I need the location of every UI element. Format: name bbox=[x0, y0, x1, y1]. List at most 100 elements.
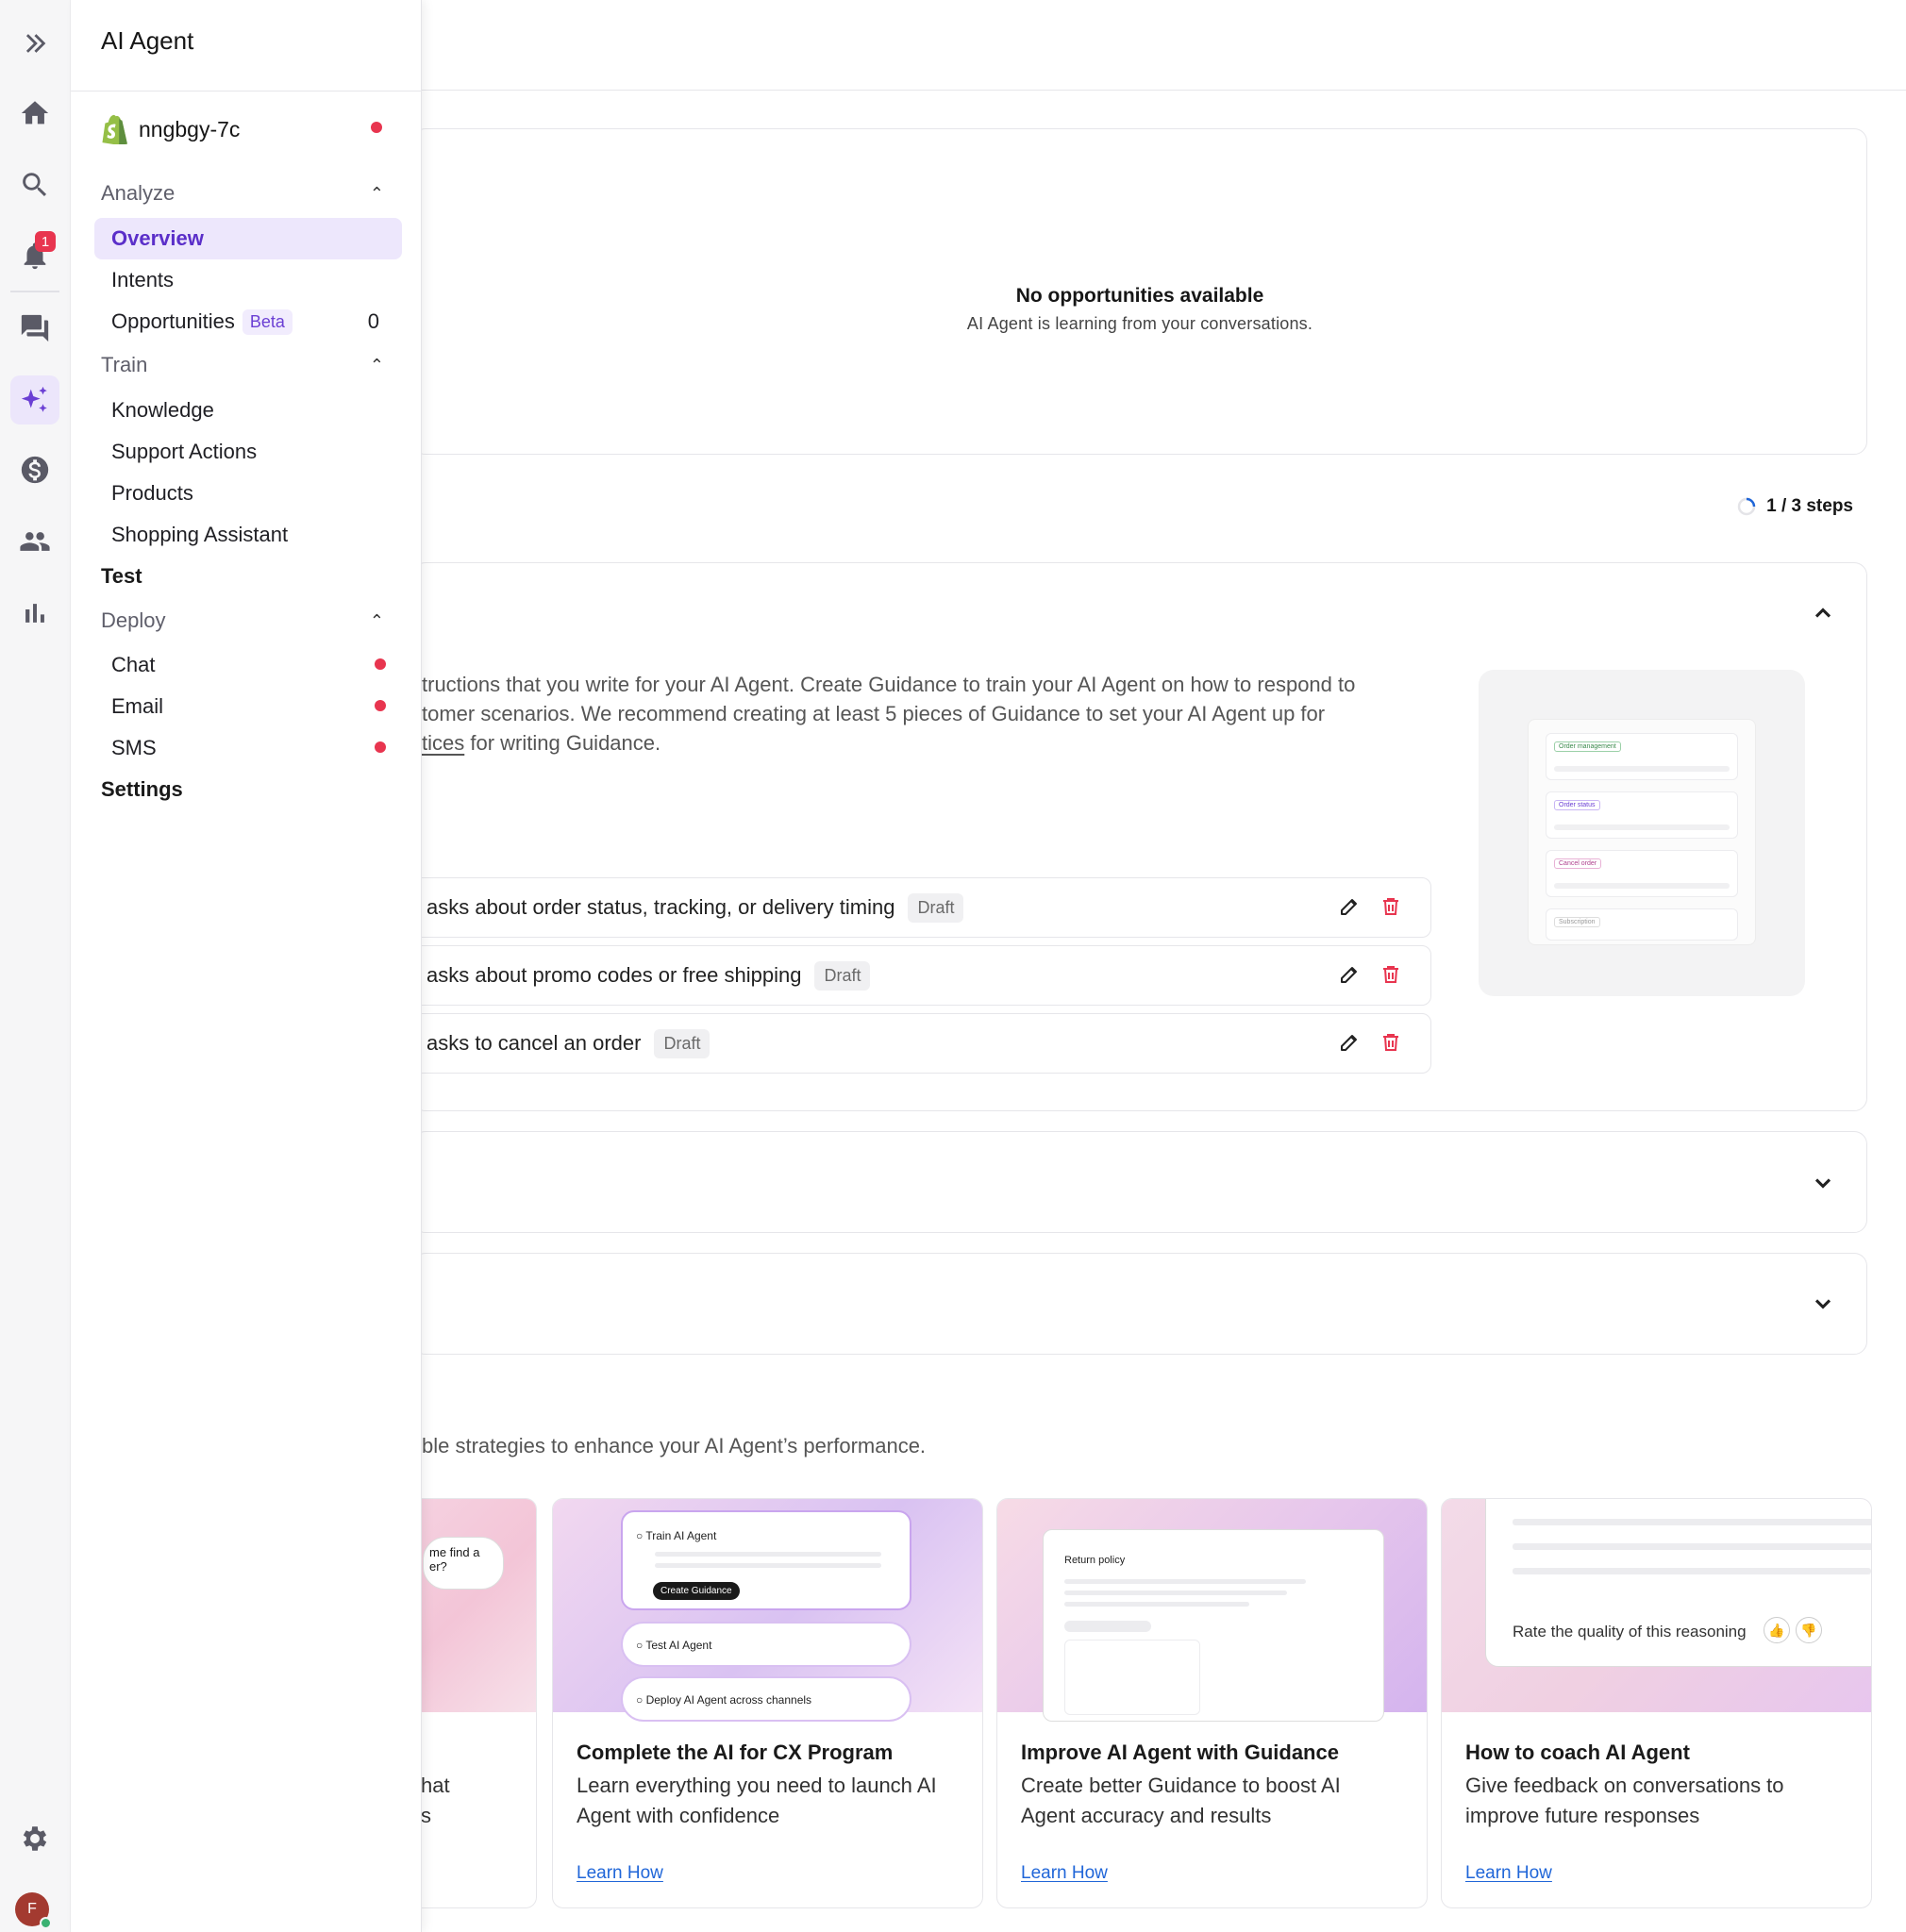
resource-card[interactable]: ○ Train AI Agent Create Guidance ○ Test … bbox=[552, 1498, 983, 1908]
thumbs-up-icon[interactable]: 👍 bbox=[1764, 1617, 1790, 1643]
progress-ring-icon bbox=[1737, 497, 1756, 516]
settings-gear-icon[interactable] bbox=[10, 1814, 59, 1863]
shopify-icon bbox=[102, 114, 127, 144]
chevron-up-icon: ⌃ bbox=[369, 183, 384, 203]
page-header bbox=[412, 8, 1906, 91]
notification-badge: 1 bbox=[35, 231, 56, 252]
step-label: Test AI Agent bbox=[645, 1639, 712, 1652]
learn-how-link[interactable]: Learn How bbox=[1465, 1863, 1552, 1884]
illustration-tag: Subscription bbox=[1554, 917, 1600, 927]
resource-desc: Learn everything you need to launch AI A… bbox=[577, 1774, 937, 1827]
section-analyze-label: Analyze bbox=[101, 181, 176, 205]
create-guidance-chip: Create Guidance bbox=[653, 1582, 740, 1600]
opportunities-count: 0 bbox=[367, 309, 379, 333]
section-train[interactable]: Train ⌃ bbox=[101, 353, 384, 377]
learn-how-link[interactable]: Learn How bbox=[1021, 1863, 1108, 1884]
resource-title: Improve AI Agent with Guidance bbox=[1021, 1740, 1339, 1764]
main-content: No opportunities available AI Agent is l… bbox=[309, 0, 1906, 1932]
online-status-dot bbox=[40, 1917, 52, 1929]
icon-rail: 1 F bbox=[0, 0, 71, 1932]
beta-badge: Beta bbox=[242, 308, 293, 335]
resources-intro: ble strategies to enhance your AI Agent’… bbox=[422, 1434, 927, 1457]
resource-title: Complete the AI for CX Program bbox=[577, 1740, 894, 1764]
resource-card[interactable]: Return policy Improve AI Agent with Guid… bbox=[996, 1498, 1428, 1908]
empty-state-title: No opportunities available bbox=[1015, 285, 1264, 307]
chat-bubble: me find a er? bbox=[423, 1537, 504, 1590]
delete-trash-icon[interactable] bbox=[1379, 1031, 1402, 1054]
resource-desc: hat s bbox=[421, 1774, 450, 1827]
circle-icon: ○ bbox=[636, 1529, 644, 1542]
store-alert-dot bbox=[371, 122, 382, 133]
chevron-up-icon: ⌃ bbox=[369, 355, 384, 375]
chat-icon[interactable] bbox=[10, 304, 59, 353]
delete-trash-icon[interactable] bbox=[1379, 895, 1402, 918]
illustration-tag: Order status bbox=[1554, 800, 1600, 810]
section-analyze[interactable]: Analyze ⌃ bbox=[101, 181, 384, 206]
illustration-tag: Cancel order bbox=[1554, 858, 1602, 869]
nav-item-label: Email bbox=[111, 694, 164, 718]
description-line: tructions that you write for your AI Age… bbox=[422, 673, 1356, 696]
description-tail: for writing Guidance. bbox=[464, 731, 661, 755]
thumbs-down-icon[interactable]: 👎 bbox=[1796, 1617, 1822, 1643]
dollar-icon[interactable] bbox=[10, 445, 59, 494]
expand-chevron-down-icon[interactable] bbox=[1810, 1170, 1836, 1196]
nav-item-knowledge[interactable]: Knowledge bbox=[94, 390, 402, 431]
nav-item-settings[interactable]: Settings bbox=[101, 777, 183, 802]
guidance-row[interactable]: asks about promo codes or free shipping … bbox=[412, 945, 1431, 1006]
store-selector[interactable]: nngbgy-7c bbox=[101, 113, 393, 145]
guidance-row[interactable]: asks about order status, tracking, or de… bbox=[412, 877, 1431, 938]
avatar[interactable]: F bbox=[15, 1892, 52, 1929]
ai-sparkle-icon[interactable] bbox=[10, 375, 59, 425]
edit-pencil-icon[interactable] bbox=[1338, 895, 1361, 918]
circle-icon: ○ bbox=[636, 1693, 644, 1707]
section-deploy[interactable]: Deploy ⌃ bbox=[101, 608, 384, 633]
expand-icon[interactable] bbox=[10, 19, 59, 68]
stats-icon[interactable] bbox=[10, 589, 59, 638]
nav-item-email[interactable]: Email bbox=[94, 686, 402, 727]
nav-item-intents[interactable]: Intents bbox=[94, 259, 402, 301]
collapse-chevron-up-icon[interactable] bbox=[1810, 600, 1836, 626]
setup-steps-progress: 1 / 3 steps bbox=[1736, 496, 1853, 517]
illustration-tag: Order management bbox=[1554, 741, 1621, 752]
nav-item-label: Chat bbox=[111, 653, 156, 676]
nav-title: AI Agent bbox=[101, 26, 194, 55]
nav-item-label: Products bbox=[111, 481, 193, 505]
nav-item-label: Support Actions bbox=[111, 440, 258, 463]
rate-reasoning-label: Rate the quality of this reasoning bbox=[1513, 1623, 1747, 1641]
section-train-label: Train bbox=[101, 353, 148, 376]
search-icon[interactable] bbox=[10, 160, 59, 209]
edit-pencil-icon[interactable] bbox=[1338, 1031, 1361, 1054]
guidance-title: asks about promo codes or free shipping bbox=[426, 963, 802, 987]
best-practices-link[interactable]: tices bbox=[422, 731, 464, 755]
collapsed-step-card[interactable] bbox=[412, 1253, 1867, 1355]
step-label: Train AI Agent bbox=[645, 1529, 717, 1542]
bell-icon[interactable]: 1 bbox=[10, 231, 59, 280]
edit-pencil-icon[interactable] bbox=[1338, 963, 1361, 986]
nav-item-chat[interactable]: Chat bbox=[94, 644, 402, 686]
nav-item-support-actions[interactable]: Support Actions bbox=[94, 431, 402, 473]
expand-chevron-down-icon[interactable] bbox=[1810, 1291, 1836, 1317]
nav-item-label: SMS bbox=[111, 736, 157, 759]
nav-item-overview[interactable]: Overview bbox=[94, 218, 402, 259]
store-name: nngbgy-7c bbox=[139, 116, 241, 142]
nav-item-label: Intents bbox=[111, 268, 175, 291]
guidance-row[interactable]: asks to cancel an order Draft bbox=[412, 1013, 1431, 1074]
nav-item-test[interactable]: Test bbox=[101, 564, 142, 589]
delete-trash-icon[interactable] bbox=[1379, 963, 1402, 986]
draft-badge: Draft bbox=[654, 1028, 711, 1058]
home-icon[interactable] bbox=[10, 89, 59, 138]
nav-item-sms[interactable]: SMS bbox=[94, 727, 402, 769]
panel-title: Return policy bbox=[1064, 1555, 1126, 1566]
nav-item-opportunities[interactable]: Opportunities Beta 0 bbox=[94, 301, 402, 342]
nav-item-products[interactable]: Products bbox=[94, 473, 402, 514]
circle-icon: ○ bbox=[636, 1639, 644, 1652]
collapsed-step-card[interactable] bbox=[412, 1131, 1867, 1233]
ai-agent-nav-panel: AI Agent nngbgy-7c Analyze ⌃ Overview In… bbox=[71, 0, 422, 1932]
email-alert-dot bbox=[375, 700, 386, 711]
nav-item-shopping-assistant[interactable]: Shopping Assistant bbox=[94, 514, 402, 556]
resource-card[interactable]: Rate the quality of this reasoning 👍 👎 H… bbox=[1441, 1498, 1872, 1908]
users-icon[interactable] bbox=[10, 517, 59, 566]
learn-how-link[interactable]: Learn How bbox=[577, 1863, 663, 1884]
nav-item-label: Opportunities bbox=[111, 309, 235, 333]
resource-desc: Give feedback on conversations to improv… bbox=[1465, 1774, 1784, 1827]
